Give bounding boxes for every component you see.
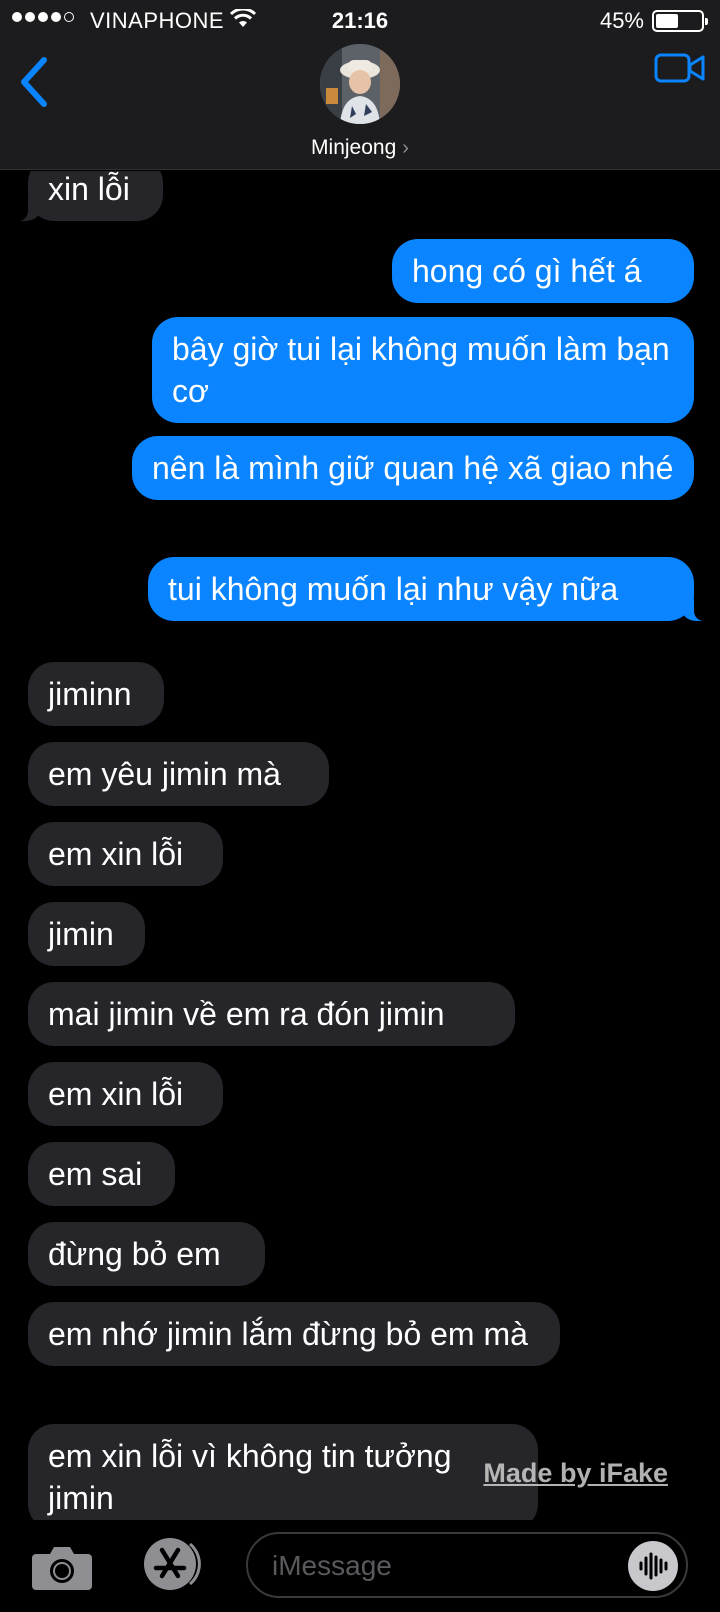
imessage-input[interactable] — [272, 1546, 592, 1586]
imessage-field[interactable] — [246, 1532, 688, 1598]
message-thread[interactable]: xin lỗi hong có gì hết á bây giờ tui lại… — [0, 171, 720, 1520]
chevron-right-icon: › — [402, 137, 409, 159]
received-message[interactable]: jimin — [28, 902, 145, 966]
contact-avatar[interactable] — [320, 44, 400, 124]
received-message[interactable]: đừng bỏ em — [28, 1222, 265, 1286]
sent-message[interactable]: nên là mình giữ quan hệ xã giao nhé — [132, 436, 694, 500]
video-camera-icon[interactable] — [654, 50, 706, 86]
sent-message[interactable]: bây giờ tui lại không muốn làm bạn cơ — [152, 317, 694, 423]
battery-icon — [652, 10, 708, 32]
audio-waveform-icon[interactable] — [628, 1541, 678, 1591]
received-message[interactable]: em xin lỗi — [28, 822, 223, 886]
received-message[interactable]: em nhớ jimin lắm đừng bỏ em mà — [28, 1302, 560, 1366]
battery-percent: 45% — [599, 8, 644, 33]
contact-name: Minjeong — [311, 136, 397, 159]
received-message[interactable]: jiminn — [28, 662, 164, 726]
received-message[interactable]: em xin lỗi vì không tin tưởng jimin — [28, 1424, 538, 1520]
avatar-image — [320, 44, 400, 124]
status-bar: VINAPHONE 21:16 45% — [0, 0, 720, 40]
app-store-icon[interactable] — [134, 1536, 206, 1592]
received-message[interactable]: em yêu jimin mà — [28, 742, 329, 806]
contact-name-button[interactable]: Minjeong › — [0, 136, 720, 160]
received-message[interactable]: em xin lỗi — [28, 1062, 223, 1126]
camera-icon[interactable] — [30, 1542, 94, 1592]
sent-message[interactable]: hong có gì hết á — [392, 239, 694, 303]
sent-message[interactable]: tui không muốn lại như vậy nữa — [148, 557, 706, 621]
received-message[interactable]: em sai — [28, 1142, 175, 1206]
conversation-header: Minjeong › — [0, 40, 720, 170]
watermark: Made by iFake — [483, 1458, 668, 1488]
received-message[interactable]: xin lỗi — [16, 171, 163, 221]
received-message[interactable]: mai jimin về em ra đón jimin — [28, 982, 515, 1046]
message-input-bar — [0, 1520, 720, 1612]
back-chevron-icon[interactable] — [14, 54, 54, 110]
